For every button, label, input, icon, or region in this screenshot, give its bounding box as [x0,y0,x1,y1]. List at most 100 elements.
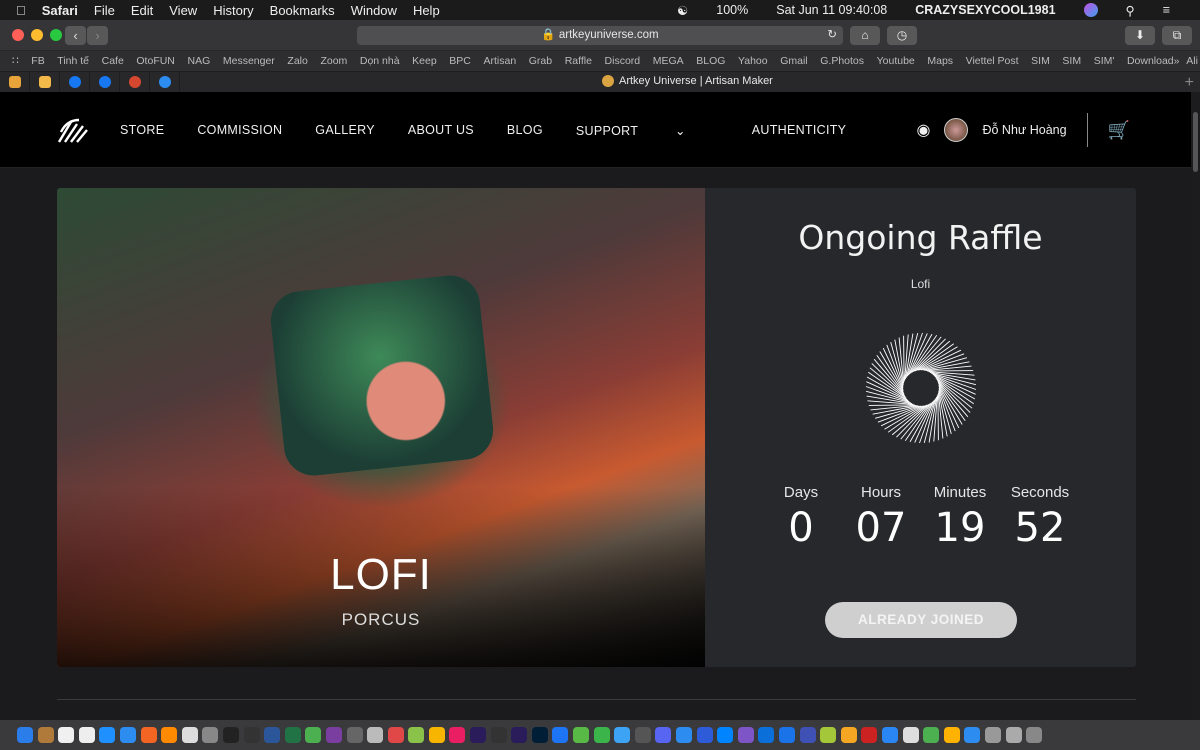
dock-app-icon[interactable] [923,727,940,743]
dock-app-icon[interactable] [758,727,775,743]
forward-button[interactable]: › [87,26,108,45]
dock-app-icon[interactable] [717,727,734,743]
bookmark-item[interactable]: MEGA [653,55,684,67]
dock-app-icon[interactable] [573,727,590,743]
battery-percent[interactable]: 100% [716,3,748,17]
new-tab-button[interactable]: + [1185,74,1194,92]
dock-app-icon[interactable] [284,727,301,743]
bookmark-item[interactable]: Dọn nhà [360,55,400,67]
dock-app-icon[interactable] [243,727,260,743]
bookmark-item[interactable]: Discord [605,55,641,67]
dock-app-icon[interactable] [737,727,754,743]
bookmark-item[interactable]: OtoFUN [136,55,175,67]
dock-app-icon[interactable] [99,727,116,743]
address-bar[interactable]: 🔒 artkeyuniverse.com ↻ [357,26,843,45]
menu-edit[interactable]: Edit [131,3,153,18]
dock-app-icon[interactable] [943,727,960,743]
avatar[interactable] [944,118,969,142]
bookmark-item[interactable]: SIM' [1094,55,1115,67]
bookmark-item[interactable]: Yahoo [738,55,768,67]
dock-app-icon[interactable] [676,727,692,743]
bookmark-item[interactable]: Cafe [102,55,124,67]
product-image[interactable]: LOFI PORCUS [57,188,705,667]
bookmark-item[interactable]: Maps [927,55,953,67]
menu-window[interactable]: Window [351,3,397,18]
bookmark-item[interactable]: Zoom [320,55,347,67]
dock-app-icon[interactable] [531,727,548,743]
bookmark-item[interactable]: G.Photos [820,55,864,67]
bookmark-item[interactable]: Ali [1186,55,1198,67]
pinned-tab[interactable] [60,72,90,92]
dock-app-icon[interactable] [634,727,651,743]
dock-app-icon[interactable] [820,727,837,743]
minimize-window-button[interactable] [31,29,43,41]
dock-app-icon[interactable] [490,727,507,743]
more-bookmarks-icon[interactable]: » [1174,55,1180,67]
wifi-icon[interactable]: ☯ [677,3,688,18]
nav-gallery[interactable]: GALLERY [315,123,375,137]
dock-app-icon[interactable] [119,727,136,743]
dock-app-icon[interactable] [1005,727,1022,743]
bookmark-item[interactable]: Gmail [780,55,807,67]
bookmark-item[interactable]: BPC [449,55,471,67]
menu-bookmarks[interactable]: Bookmarks [270,3,335,18]
dock-app-icon[interactable] [346,727,363,743]
bookmark-item[interactable]: SIM [1062,55,1081,67]
dock-app-icon[interactable] [305,727,322,743]
bookmark-item[interactable]: Grab [529,55,552,67]
search-icon[interactable]: ⚲ [1126,3,1135,18]
dock-app-icon[interactable] [428,727,445,743]
dock-app-icon[interactable] [17,727,33,743]
close-window-button[interactable] [12,29,24,41]
notification-center-icon[interactable]: ≡ [1163,3,1170,17]
dock-app-icon[interactable] [78,727,95,743]
menu-history[interactable]: History [213,3,253,18]
dock-app-icon[interactable] [902,727,919,743]
downloads-button[interactable]: ⬇ [1125,26,1155,45]
already-joined-button[interactable]: ALREADY JOINED [825,602,1017,638]
dock-app-icon[interactable] [1026,727,1043,743]
dock-app-icon[interactable] [37,727,54,743]
dock-app-icon[interactable] [614,727,631,743]
pinned-tab[interactable] [90,72,120,92]
clock[interactable]: Sat Jun 11 09:40:08 [776,3,887,17]
tabs-overview-button[interactable]: ⧉ [1162,26,1192,45]
dock-app-icon[interactable] [325,727,342,743]
dock-app-icon[interactable] [58,727,75,743]
reload-icon[interactable]: ↻ [827,26,837,45]
bookmark-item[interactable]: Youtube [877,55,915,67]
dock-app-icon[interactable] [984,727,1001,743]
menu-file[interactable]: File [94,3,115,18]
apple-icon[interactable]:  [16,3,26,18]
discord-icon[interactable]: ◉ [917,120,931,140]
dock-app-icon[interactable] [449,727,466,743]
dock-app-icon[interactable] [593,727,610,743]
user-name[interactable]: CRAZYSEXYCOOL1981 [915,3,1055,17]
bookmark-item[interactable]: Tinh tế [57,55,89,67]
dock-app-icon[interactable] [367,727,384,743]
pinned-tab[interactable] [0,72,30,92]
nav-commission[interactable]: COMMISSION [197,123,282,137]
menu-help[interactable]: Help [413,3,440,18]
dock-app-icon[interactable] [408,727,425,743]
nav-about-us[interactable]: ABOUT US [408,123,474,137]
dock-app-icon[interactable] [840,727,857,743]
dock-app-icon[interactable] [264,727,281,743]
dock-app-icon[interactable] [655,727,672,743]
nav-authenticity[interactable]: AUTHENTICITY [752,123,847,137]
dock-app-icon[interactable] [181,727,198,743]
bookmark-item[interactable]: NAG [188,55,211,67]
bookmark-item[interactable]: Artisan [483,55,516,67]
dock-app-icon[interactable] [778,727,795,743]
dock-app-icon[interactable] [202,727,219,743]
bookmark-item[interactable]: SIM [1031,55,1050,67]
nav-support[interactable]: SUPPORT ⌄ [576,123,719,138]
active-tab[interactable]: Artkey Universe | Artisan Maker [602,75,773,87]
back-button[interactable]: ‹ [65,26,86,45]
dock-app-icon[interactable] [140,727,157,743]
scrollbar[interactable] [1191,92,1200,720]
bookmark-item[interactable]: Viettel Post [966,55,1019,67]
dock-app-icon[interactable] [861,727,878,743]
grid-icon[interactable]: ∷ [12,55,19,67]
zoom-window-button[interactable] [50,29,62,41]
